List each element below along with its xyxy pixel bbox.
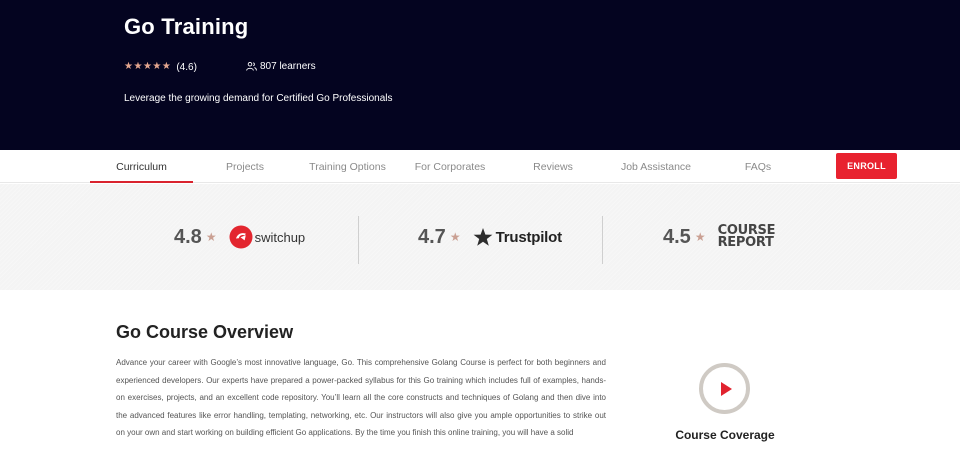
star-icon: ★ bbox=[449, 230, 461, 244]
tab-training-options[interactable]: Training Options bbox=[300, 150, 395, 183]
trustpilot-brand: Trustpilot bbox=[495, 228, 563, 246]
rating-score: 4.8 bbox=[174, 225, 202, 248]
tab-job-assistance[interactable]: Job Assistance bbox=[612, 150, 700, 183]
trustpilot-star-icon bbox=[473, 228, 492, 246]
hero-tagline: Leverage the growing demand for Certifie… bbox=[124, 93, 393, 104]
switchup-logo[interactable]: switchup bbox=[229, 225, 306, 249]
rating-score: 4.7 bbox=[418, 225, 446, 248]
rating-value: (4.6) bbox=[176, 61, 197, 73]
learners-label: 807 learners bbox=[260, 61, 316, 72]
tab-faqs[interactable]: FAQs bbox=[722, 150, 794, 183]
coverage-label: Course Coverage bbox=[675, 428, 775, 442]
tab-projects[interactable]: Projects bbox=[204, 150, 286, 183]
ratings-divider bbox=[602, 216, 603, 264]
course-report-rating: 4.5 ★ COURSE REPORT bbox=[663, 184, 775, 290]
section-nav: Curriculum Projects Training Options For… bbox=[0, 150, 960, 183]
tab-curriculum[interactable]: Curriculum bbox=[90, 150, 193, 183]
page-title: Go Training bbox=[124, 14, 249, 39]
enroll-button[interactable]: ENROLL bbox=[836, 153, 897, 179]
rating-stars: ★ ★ ★ ★ ★ bbox=[124, 62, 171, 72]
course-report-line: REPORT bbox=[717, 235, 774, 250]
star-icon: ★ bbox=[124, 61, 133, 72]
learners-count: 807 learners bbox=[246, 61, 316, 72]
trustpilot-logo[interactable]: Trustpilot bbox=[473, 227, 562, 247]
star-icon: ★ bbox=[694, 230, 706, 244]
course-rating: ★ ★ ★ ★ ★ (4.6) bbox=[124, 60, 197, 74]
ratings-divider bbox=[358, 216, 359, 264]
hero-banner: Go Training ★ ★ ★ ★ ★ (4.6) 807 learners… bbox=[0, 0, 960, 150]
ratings-strip: 4.8 ★ switchup 4.7 ★ Trustpilot 4.5 ★ CO… bbox=[0, 184, 960, 290]
star-icon: ★ bbox=[161, 61, 171, 72]
overview-title: Go Course Overview bbox=[116, 322, 294, 342]
switchup-badge-icon bbox=[229, 225, 253, 249]
star-icon: ★ bbox=[133, 61, 143, 72]
tab-for-corporates[interactable]: For Corporates bbox=[404, 150, 496, 183]
star-icon: ★ bbox=[142, 61, 152, 72]
course-coverage: Course Coverage bbox=[660, 363, 790, 450]
overview-text: Advance your career with Google’s most i… bbox=[116, 358, 606, 437]
play-button[interactable] bbox=[699, 363, 750, 414]
play-icon bbox=[720, 381, 732, 396]
tab-reviews[interactable]: Reviews bbox=[512, 150, 594, 183]
trustpilot-rating: 4.7 ★ Trustpilot bbox=[418, 184, 562, 290]
switchup-brand: switchup bbox=[254, 229, 306, 245]
course-report-logo[interactable]: COURSE REPORT bbox=[717, 224, 776, 250]
switchup-rating: 4.8 ★ switchup bbox=[174, 184, 305, 290]
star-icon: ★ bbox=[152, 61, 162, 72]
star-icon: ★ bbox=[205, 230, 217, 244]
people-icon bbox=[246, 62, 257, 71]
rating-score: 4.5 bbox=[663, 225, 691, 248]
